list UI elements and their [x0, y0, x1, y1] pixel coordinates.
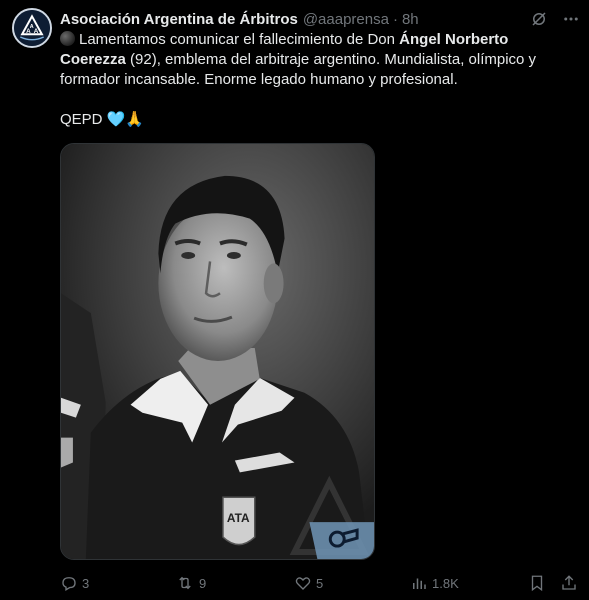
- repost-button[interactable]: 9: [175, 572, 206, 594]
- svg-text:ATA: ATA: [227, 511, 250, 525]
- reply-count: 3: [82, 575, 90, 591]
- black-circle-emoji: [60, 31, 75, 46]
- like-button[interactable]: 5: [294, 572, 323, 594]
- bookmark-icon: [528, 574, 550, 592]
- svg-text:A: A: [30, 24, 34, 30]
- share-icon: [560, 574, 582, 592]
- more-icon[interactable]: [560, 8, 582, 30]
- text-part-1: Lamentamos comunicar el fallecimiento de…: [79, 31, 400, 48]
- heart-icon: [294, 574, 316, 592]
- reply-icon: [60, 574, 82, 592]
- share-button[interactable]: [560, 572, 582, 594]
- bookmark-button[interactable]: [528, 572, 550, 594]
- tweet-photo[interactable]: ATA: [60, 143, 375, 560]
- retweet-icon: [175, 574, 199, 592]
- tweet-header: Asociación Argentina de Árbitros @aaapre…: [60, 9, 419, 29]
- reply-button[interactable]: 3: [60, 572, 89, 594]
- pray-emoji: 🙏: [125, 111, 145, 128]
- user-handle[interactable]: @aaaprensa: [303, 11, 389, 28]
- tweet-card[interactable]: A A A Asociación Argentina de Árbitros @…: [0, 0, 589, 600]
- heart-emoji: 🩵: [106, 111, 126, 128]
- tweet-text: Lamentamos comunicar el fallecimiento de…: [60, 30, 560, 130]
- timestamp[interactable]: 8h: [402, 11, 419, 28]
- display-name[interactable]: Asociación Argentina de Árbitros: [60, 11, 298, 28]
- grok-icon[interactable]: [528, 8, 550, 30]
- separator: ·: [392, 10, 398, 28]
- text-part-2: (92), emblema del arbitraje argentino. M…: [60, 51, 537, 88]
- views-count: 1.8K: [432, 575, 459, 591]
- like-count: 5: [316, 575, 324, 591]
- views-button[interactable]: 1.8K: [410, 572, 459, 594]
- avatar[interactable]: A A A: [12, 8, 52, 48]
- text-part-3: QEPD: [60, 111, 103, 128]
- action-bar: 3 9 5 1.8K: [60, 572, 580, 594]
- svg-text:A: A: [34, 28, 39, 35]
- views-icon: [410, 574, 432, 592]
- repost-count: 9: [199, 575, 207, 591]
